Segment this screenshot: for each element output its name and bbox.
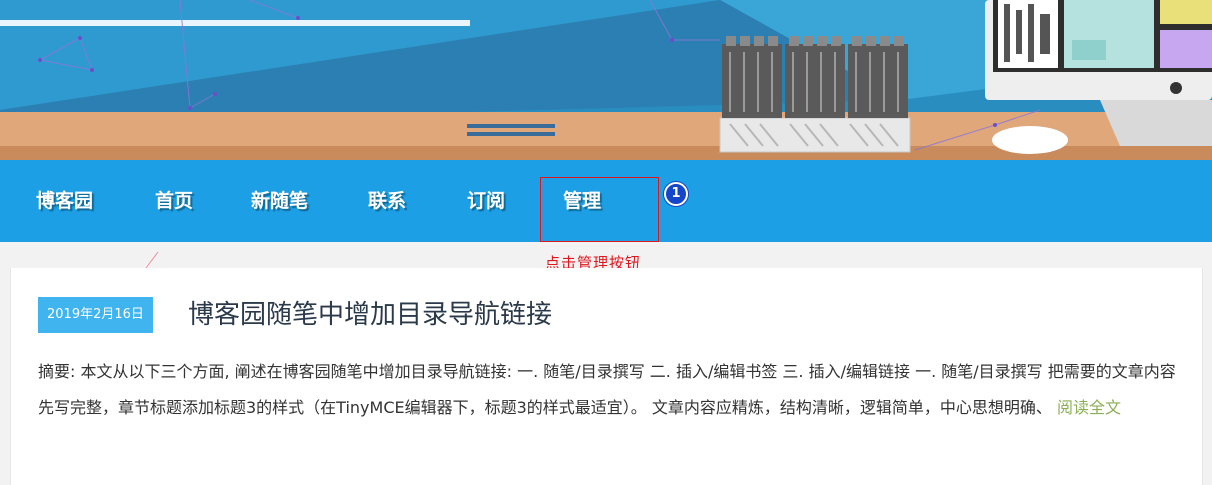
nav-item-new-post[interactable]: 新随笔	[251, 188, 308, 214]
nav-item-home[interactable]: 首页	[155, 188, 193, 214]
post-summary-text: 摘要: 本文从以下三个方面, 阐述在博客园随笔中增加目录导航链接: 一. 随笔/…	[38, 362, 1176, 417]
nav-item-manage[interactable]: 管理	[563, 188, 601, 214]
post-summary: 摘要: 本文从以下三个方面, 阐述在博客园随笔中增加目录导航链接: 一. 随笔/…	[38, 354, 1188, 426]
step-number-badge: 1	[664, 182, 688, 206]
nav-item-subscribe[interactable]: 订阅	[467, 188, 505, 214]
post-card: 2019年2月16日 博客园随笔中增加目录导航链接 摘要: 本文从以下三个方面,…	[10, 268, 1203, 485]
post-date-badge: 2019年2月16日	[38, 297, 153, 333]
banner-illustration	[0, 0, 1212, 160]
post-title-link[interactable]: 博客园随笔中增加目录导航链接	[188, 298, 552, 332]
nav-item-blog-home[interactable]: 博客园	[36, 188, 93, 214]
main-nav: 博客园 首页 新随笔 联系 订阅 管理	[0, 160, 1212, 242]
header-banner	[0, 0, 1212, 160]
decorative-line	[145, 251, 159, 269]
nav-item-contact[interactable]: 联系	[368, 188, 406, 214]
read-more-link[interactable]: 阅读全文	[1057, 398, 1121, 417]
